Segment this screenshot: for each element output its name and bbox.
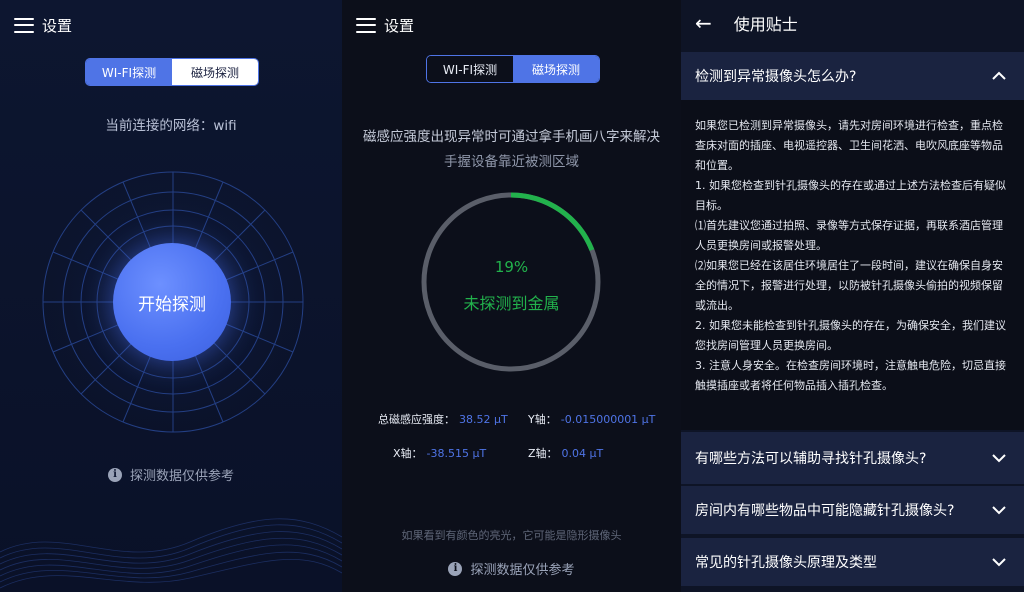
faq-item-hidden-objects[interactable]: 房间内有哪些物品中可能隐藏针孔摄像头?: [681, 486, 1024, 534]
mode-switch: WI-FI探测 磁场探测: [426, 55, 600, 83]
wifi-detect-screen: 设置 WI-FI探测 磁场探测 当前连接的网络：wifi 开始探测 i 探测数据…: [0, 0, 342, 592]
chevron-up-icon: [992, 71, 1006, 80]
faq-heading: 房间内有哪些物品中可能隐藏针孔摄像头?: [695, 503, 955, 519]
magnetic-detect-screen: 设置 WI-FI探测 磁场探测 磁感应强度出现异常时可通过拿手机画八字来解决 手…: [342, 0, 681, 592]
reading-total-value: 38.52 μT: [459, 413, 508, 426]
chevron-down-icon: [992, 558, 1006, 567]
menu-icon[interactable]: [14, 17, 34, 33]
reading-z: Z轴： 0.04 μT: [528, 445, 603, 461]
hold-device-hint: 手握设备靠近被测区域: [444, 154, 579, 170]
faq-paragraph: 2. 如果您未能检查到针孔摄像头的存在，为确保安全，我们建议您找房间管理人员更换…: [695, 319, 1006, 352]
menu-icon[interactable]: [356, 17, 376, 33]
faq-item-find-methods[interactable]: 有哪些方法可以辅助寻找针孔摄像头?: [681, 432, 1024, 484]
reading-total: 总磁感应强度： 38.52 μT: [378, 411, 508, 427]
wave-decoration: [0, 518, 342, 589]
faq-item-camera-types[interactable]: 常见的针孔摄像头原理及类型: [681, 538, 1024, 586]
reading-y-value: -0.015000001 μT: [560, 413, 656, 426]
reading-y-label: Y轴：: [528, 413, 557, 426]
faq-item-abnormal-camera[interactable]: 检测到异常摄像头怎么办?: [681, 52, 1024, 100]
tab-wifi-detect[interactable]: WI-FI探测: [86, 59, 172, 85]
disclaimer-text: 探测数据仅供参考: [470, 563, 575, 578]
network-status: 当前连接的网络：wifi: [105, 118, 237, 134]
reading-z-value: 0.04 μT: [561, 447, 604, 460]
back-arrow-icon[interactable]: ←: [695, 11, 712, 35]
chevron-down-icon: [992, 454, 1006, 463]
faq-paragraph: ⑵如果您已经在该居住环境居住了一段时间，建议在确保自身安全的情况下，报警进行处理…: [695, 259, 1003, 312]
reading-total-label: 总磁感应强度：: [378, 413, 455, 426]
start-detect-button[interactable]: 开始探测: [113, 243, 231, 361]
top-bar: ← 使用贴士: [681, 0, 1024, 46]
top-bar: 设置: [0, 0, 342, 50]
reading-y: Y轴： -0.015000001 μT: [528, 411, 655, 427]
tab-wifi-detect[interactable]: WI-FI探测: [427, 56, 513, 82]
page-title: 使用贴士: [733, 15, 798, 34]
disclaimer: i 探测数据仅供参考: [342, 559, 681, 578]
settings-label[interactable]: 设置: [384, 15, 414, 36]
progress-ring: [421, 192, 601, 372]
tab-magnetic-detect[interactable]: 磁场探测: [172, 59, 258, 85]
tab-magnetic-detect[interactable]: 磁场探测: [513, 56, 599, 82]
settings-label[interactable]: 设置: [42, 15, 72, 36]
mode-switch: WI-FI探测 磁场探测: [85, 58, 259, 86]
reading-x-value: -38.515 μT: [426, 447, 487, 460]
top-bar: 设置: [342, 0, 681, 50]
reading-z-label: Z轴：: [528, 447, 558, 460]
faq-heading: 有哪些方法可以辅助寻找针孔摄像头?: [695, 451, 927, 467]
faq-heading: 检测到异常摄像头怎么办?: [695, 69, 857, 85]
camera-light-hint: 如果看到有颜色的亮光，它可能是隐形摄像头: [401, 529, 622, 542]
magnetic-hint: 磁感应强度出现异常时可通过拿手机画八字来解决: [363, 129, 660, 145]
reading-x-label: X轴：: [393, 447, 423, 460]
faq-heading: 常见的针孔摄像头原理及类型: [695, 555, 877, 571]
faq-paragraph: 如果您已检测到异常摄像头，请先对房间环境进行检查，重点检查床对面的插座、电视遥控…: [695, 119, 1003, 172]
faq-paragraph: 3. 注意人身安全。在检查房间环境时，注意触电危险，切忌直接触摸插座或者将任何物…: [695, 359, 1006, 392]
detect-status: 未探测到金属: [463, 294, 560, 313]
chevron-down-icon: [992, 506, 1006, 515]
reading-x: X轴： -38.515 μT: [393, 445, 486, 461]
info-icon: i: [448, 561, 463, 576]
progress-percent: 19%: [494, 258, 529, 276]
faq-paragraph: ⑴首先建议您通过拍照、录像等方式保存证据，再联系酒店管理人员更换房间或报警处理。: [695, 219, 1003, 252]
info-icon: i: [107, 467, 122, 482]
tips-screen: ← 使用贴士 检测到异常摄像头怎么办? 如果您已检测到异常摄像头，请先对房间环境…: [681, 0, 1024, 592]
faq-answer: 如果您已检测到异常摄像头，请先对房间环境进行检查，重点检查床对面的插座、电视遥控…: [681, 100, 1024, 430]
faq-paragraph: 1. 如果您检查到针孔摄像头的存在或通过上述方法检查后有疑似目标。: [695, 179, 1006, 212]
